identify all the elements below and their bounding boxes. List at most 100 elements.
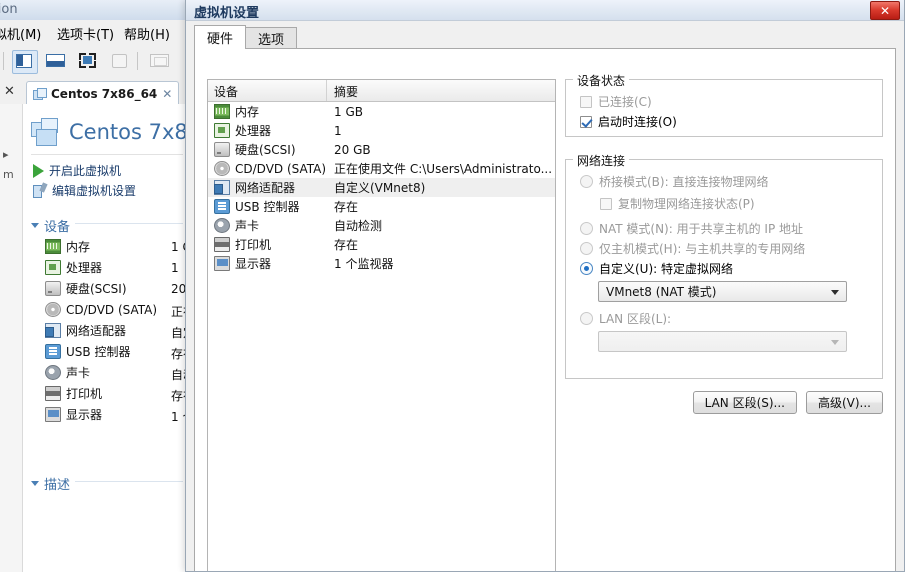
chevron-down-icon <box>31 223 39 228</box>
show-hide-library-button[interactable] <box>12 50 38 74</box>
lan-segment-radio-row[interactable]: LAN 区段(L): <box>580 310 671 327</box>
table-row[interactable]: 声卡 自动检测 <box>208 216 555 235</box>
table-row[interactable]: 打印机 存在 <box>208 235 555 254</box>
custom-label: 自定义(U): 特定虚拟网络 <box>599 262 734 276</box>
table-row[interactable]: 显示器 1 个监视器 <box>208 254 555 273</box>
summary-device-row[interactable]: 内存 <box>45 237 90 256</box>
table-row[interactable]: 内存 1 GB <box>208 102 555 121</box>
library-close-icon[interactable]: ✕ <box>4 84 15 99</box>
hostonly-radio-row[interactable]: 仅主机模式(H): 与主机共享的专用网络 <box>580 240 805 257</box>
device-cell: CD/DVD (SATA) <box>214 161 326 176</box>
tab-options[interactable]: 选项 <box>245 27 298 49</box>
cpu-icon <box>45 260 61 275</box>
sidebar-collapse-icon[interactable]: ▸ <box>3 148 9 161</box>
bridged-radio-row[interactable]: 桥接模式(B): 直接连接物理网络 <box>580 173 768 190</box>
close-icon[interactable]: ✕ <box>162 87 172 101</box>
vm-icon <box>33 87 47 100</box>
sound-icon <box>45 365 61 380</box>
table-row[interactable]: 网络适配器 自定义(VMnet8) <box>208 178 555 197</box>
workstation-content: ▸ m Centos 7x86_64 开启此虚拟机 编辑虚拟机设置 设备 <box>0 104 190 572</box>
connect-at-poweron-checkbox[interactable] <box>580 115 592 128</box>
devices-section-header[interactable]: 设备 <box>31 216 70 235</box>
summary-device-name: 网络适配器 <box>66 324 127 338</box>
summary-device-name: 声卡 <box>66 366 91 380</box>
device-name: 声卡 <box>235 219 260 233</box>
menu-help[interactable]: 帮助(H) <box>124 24 170 43</box>
workstation-menubar: 拟机(M) 选项卡(T) 帮助(H) <box>0 20 190 47</box>
workstation-main-window: rkstation 拟机(M) 选项卡(T) 帮助(H) ✕ Centos 7x… <box>0 0 190 572</box>
summary-device-row[interactable]: CD/DVD (SATA) <box>45 300 157 319</box>
device-cell: 处理器 <box>214 122 271 139</box>
hostonly-radio[interactable] <box>580 242 593 255</box>
cddvd-icon <box>45 302 61 317</box>
power-on-vm-label: 开启此虚拟机 <box>49 164 122 178</box>
custom-radio-row[interactable]: 自定义(U): 特定虚拟网络 <box>580 260 733 277</box>
summary-device-name: 内存 <box>66 240 91 254</box>
summary-cell: 1 个监视器 <box>334 257 394 271</box>
device-cell: 显示器 <box>214 255 271 272</box>
edit-settings-icon <box>33 184 47 198</box>
nat-radio[interactable] <box>580 222 593 235</box>
lan-segments-button[interactable]: LAN 区段(S)... <box>692 391 797 414</box>
device-status-group: 设备状态 已连接(C) 启动时连接(O) <box>565 72 883 137</box>
close-button[interactable]: ✕ <box>870 1 900 20</box>
devices-section-label: 设备 <box>44 220 71 235</box>
fullscreen-icon <box>79 53 96 68</box>
printer-icon <box>45 386 61 401</box>
connected-checkbox[interactable] <box>580 95 592 108</box>
summary-device-row[interactable]: 网络适配器 <box>45 321 126 340</box>
summary-device-row[interactable]: 声卡 <box>45 363 90 382</box>
table-row[interactable]: 硬盘(SCSI) 20 GB <box>208 140 555 159</box>
library-sidebar-strip: ▸ m <box>0 104 23 572</box>
custom-radio[interactable] <box>580 262 593 275</box>
device-name: USB 控制器 <box>235 200 300 214</box>
table-row[interactable]: CD/DVD (SATA) 正在使用文件 C:\Users\Administra… <box>208 159 555 178</box>
summary-device-row[interactable]: USB 控制器 <box>45 342 130 361</box>
bridged-radio[interactable] <box>580 175 593 188</box>
connected-checkbox-row[interactable]: 已连接(C) <box>580 93 652 110</box>
device-table[interactable]: 设备 摘要 内存 1 GB 处理器 1 硬盘(SCSI) 20 GB CD/DV… <box>207 79 556 571</box>
cpu-icon <box>214 123 230 138</box>
sidebar-item-partial[interactable]: m <box>3 168 14 181</box>
summary-device-name: 显示器 <box>66 408 103 422</box>
lan-segment-label: LAN 区段(L): <box>599 312 672 326</box>
description-section-label: 描述 <box>44 478 71 493</box>
device-cell: USB 控制器 <box>214 198 299 215</box>
summary-device-value: 1 <box>171 261 179 275</box>
tab-hardware[interactable]: 硬件 <box>194 25 247 49</box>
show-hide-library-icon <box>16 54 32 68</box>
summary-cell: 自动检测 <box>334 219 383 233</box>
unity-button <box>108 50 132 72</box>
power-on-vm-action[interactable]: 开启此虚拟机 <box>33 162 121 179</box>
column-divider[interactable] <box>326 80 327 101</box>
replicate-state-label: 复制物理网络连接状态(P) <box>618 197 755 211</box>
device-cell: 硬盘(SCSI) <box>214 141 296 158</box>
advanced-button[interactable]: 高级(V)... <box>805 391 883 414</box>
hostonly-label: 仅主机模式(H): 与主机共享的专用网络 <box>599 242 806 256</box>
device-status-legend: 设备状态 <box>573 72 630 89</box>
connect-at-poweron-checkbox-row[interactable]: 启动时连接(O) <box>580 113 677 130</box>
table-row[interactable]: USB 控制器 存在 <box>208 197 555 216</box>
summary-device-row[interactable]: 打印机 <box>45 384 102 403</box>
table-row[interactable]: 处理器 1 <box>208 121 555 140</box>
harddisk-icon <box>45 281 61 296</box>
description-section-header[interactable]: 描述 <box>31 474 70 493</box>
replicate-state-checkbox[interactable] <box>600 197 612 210</box>
custom-network-select[interactable]: VMnet8 (NAT 模式) <box>598 281 847 302</box>
summary-device-row[interactable]: 处理器 <box>45 258 102 277</box>
screenshot-button[interactable] <box>44 50 68 72</box>
console-view-icon <box>150 54 169 67</box>
edit-vm-settings-action[interactable]: 编辑虚拟机设置 <box>33 182 136 199</box>
summary-device-row[interactable]: 显示器 <box>45 405 102 424</box>
dialog-title: 虚拟机设置 <box>194 6 260 21</box>
fullscreen-button[interactable] <box>76 50 100 72</box>
connect-at-poweron-label: 启动时连接(O) <box>598 115 677 129</box>
vm-tab-centos[interactable]: Centos 7x86_64 ✕ <box>26 81 180 104</box>
menu-tabs[interactable]: 选项卡(T) <box>57 24 114 43</box>
network-connection-group: 网络连接 桥接模式(B): 直接连接物理网络 复制物理网络连接状态(P) NAT… <box>565 152 883 379</box>
replicate-state-checkbox-row[interactable]: 复制物理网络连接状态(P) <box>600 195 755 212</box>
summary-device-row[interactable]: 硬盘(SCSI) <box>45 279 127 298</box>
nat-radio-row[interactable]: NAT 模式(N): 用于共享主机的 IP 地址 <box>580 220 803 237</box>
lan-segment-radio[interactable] <box>580 312 593 325</box>
menu-vm[interactable]: 拟机(M) <box>0 24 41 43</box>
